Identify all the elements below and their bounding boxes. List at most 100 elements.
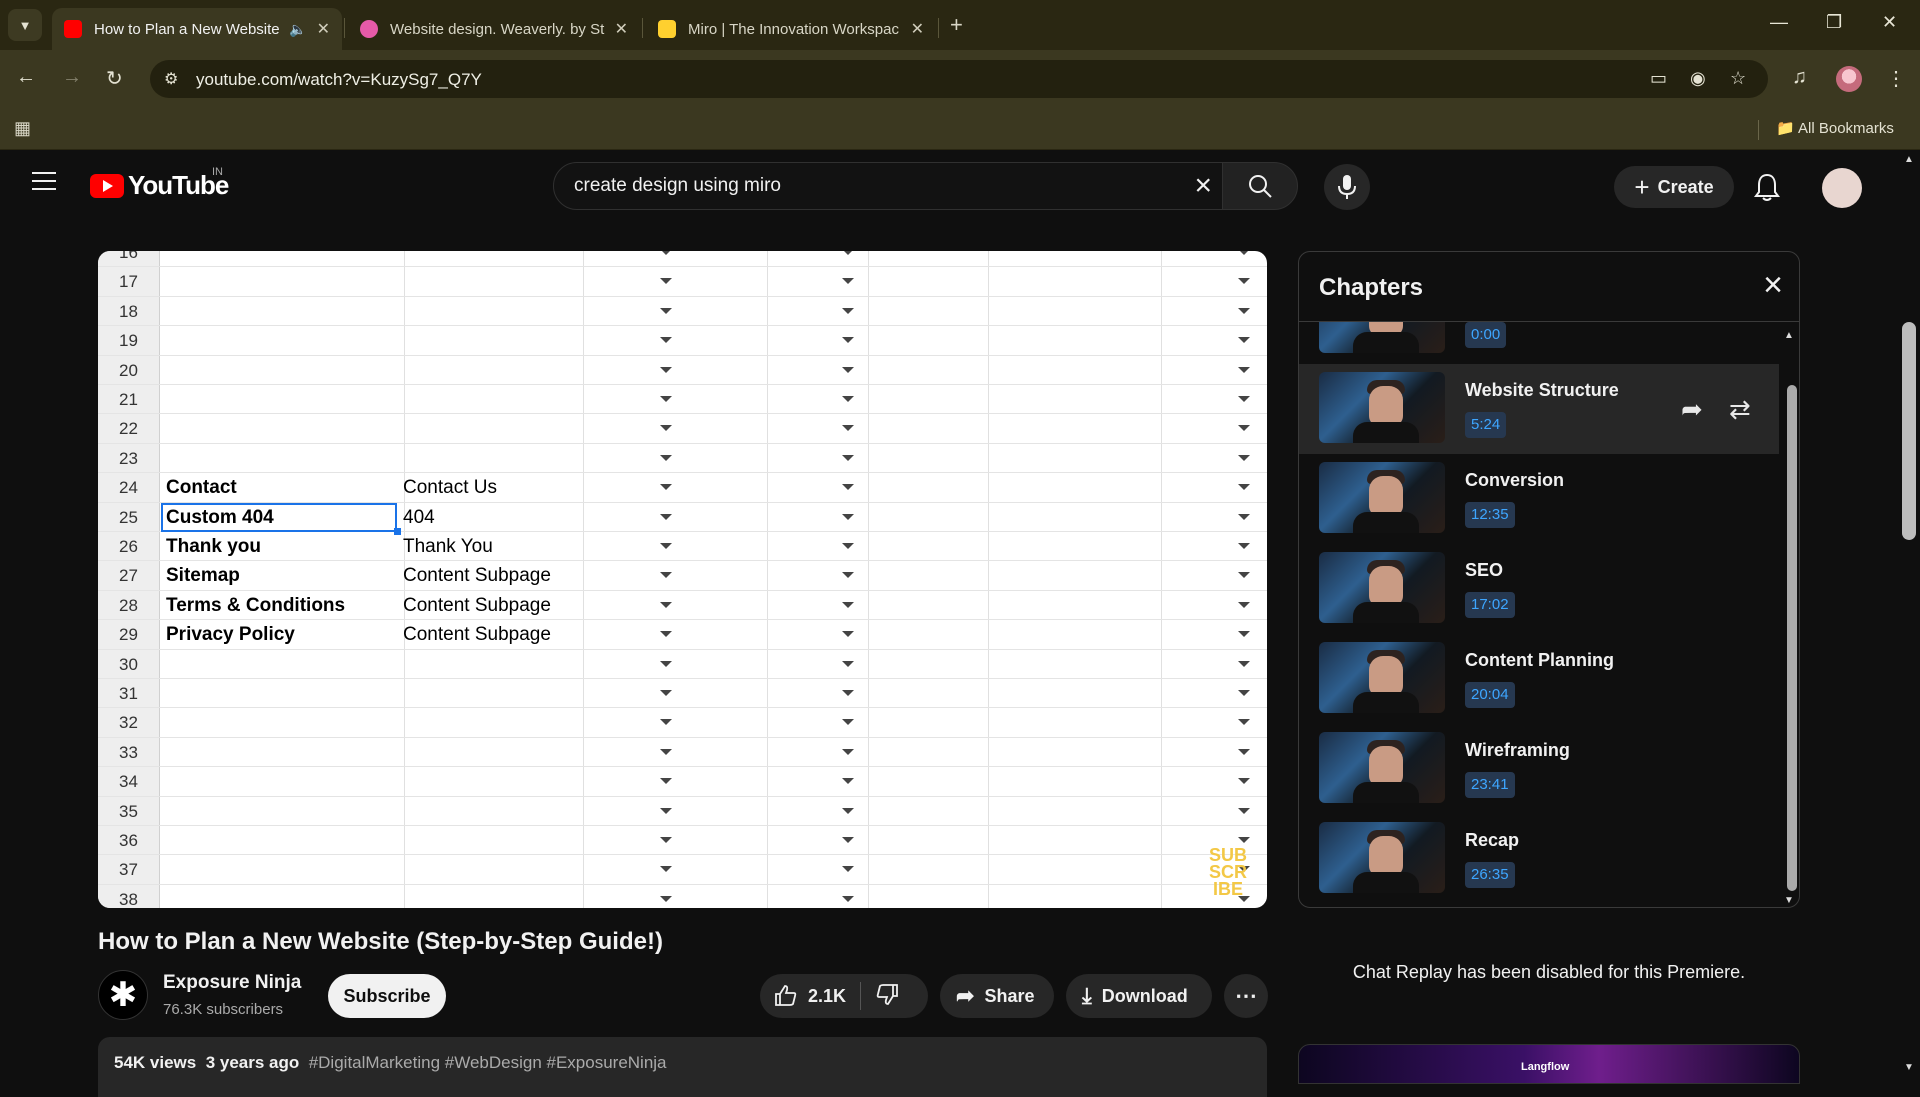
sheet-row: 24 Contact Contact Us xyxy=(98,473,1267,503)
recommended-video-card[interactable]: Langflow xyxy=(1298,1044,1800,1084)
apps-grid-icon[interactable]: ▦ xyxy=(14,118,31,139)
bookmark-star-icon[interactable]: ☆ xyxy=(1730,68,1746,89)
dropdown-arrow-icon xyxy=(1238,307,1250,314)
minimize-icon[interactable]: — xyxy=(1770,12,1788,33)
chapter-item[interactable]: Conversion 12:35 xyxy=(1299,454,1779,544)
close-chapters-icon[interactable]: × xyxy=(1763,268,1783,302)
download-button[interactable]: ⤓ Download xyxy=(1066,974,1212,1018)
address-bar[interactable]: ⚙ youtube.com/watch?v=KuzySg7_Q7Y ▭ ◉ ☆ xyxy=(150,60,1768,98)
page-scrollbar[interactable] xyxy=(1902,322,1916,540)
create-button[interactable]: + Create xyxy=(1614,166,1734,208)
restore-icon[interactable]: ❐ xyxy=(1826,12,1842,33)
cell-page-type: Contact Us xyxy=(403,477,497,499)
dropdown-arrow-icon xyxy=(842,366,854,373)
account-avatar[interactable] xyxy=(1822,168,1862,208)
chapter-item[interactable]: SEO 17:02 xyxy=(1299,544,1779,634)
chapters-panel: Chapters × 0:00 Website Structure 5:24 ➦ ⇄ Co… xyxy=(1298,251,1800,908)
subscribe-button[interactable]: Subscribe xyxy=(328,974,446,1018)
scroll-up-arrow-icon[interactable]: ▲ xyxy=(1784,330,1794,341)
chapter-thumbnail xyxy=(1319,372,1445,443)
row-number: 21 xyxy=(98,385,160,414)
chapter-item[interactable]: Wireframing 23:41 xyxy=(1299,724,1779,814)
video-player[interactable]: 16 17 18 19 20 21 22 23 24 Contact Contact Us 25 Cus… xyxy=(98,251,1267,908)
page-scroll-down-icon[interactable]: ▼ xyxy=(1904,1062,1914,1073)
chapter-thumbnail xyxy=(1319,732,1445,803)
row-number: 29 xyxy=(98,620,160,649)
share-button[interactable]: ➦ Share xyxy=(940,974,1054,1018)
dropdown-arrow-icon xyxy=(842,454,854,461)
sheet-row: 29 Privacy Policy Content Subpage xyxy=(98,620,1267,650)
install-app-icon[interactable]: ▭ xyxy=(1650,68,1667,89)
speaker-icon[interactable]: 🔈 xyxy=(289,21,306,38)
dropdown-arrow-icon xyxy=(1238,251,1250,255)
dropdown-arrow-icon xyxy=(660,572,672,579)
close-window-icon[interactable]: ✕ xyxy=(1882,12,1897,33)
create-label: Create xyxy=(1657,176,1714,197)
chapter-timestamp[interactable]: 26:35 xyxy=(1465,862,1515,888)
tab-miro[interactable]: Miro | The Innovation Workspac ✕ xyxy=(646,8,936,50)
chevron-down-icon: ▼ xyxy=(18,17,32,33)
reload-icon[interactable]: ↻ xyxy=(106,66,123,91)
close-tab-icon[interactable]: ✕ xyxy=(615,19,628,39)
hashtags[interactable]: #DigitalMarketing #WebDesign #ExposureNi… xyxy=(309,1053,667,1072)
media-controls-icon[interactable]: ♫ xyxy=(1792,66,1807,89)
more-actions-button[interactable]: ⋯ xyxy=(1224,974,1268,1018)
chapter-timestamp[interactable]: 23:41 xyxy=(1465,772,1515,798)
thumbnail-body xyxy=(1353,332,1419,353)
chapter-timestamp[interactable]: 5:24 xyxy=(1465,412,1507,438)
menu-hamburger-icon[interactable] xyxy=(32,172,56,196)
channel-avatar[interactable]: ✱ xyxy=(98,970,148,1020)
dropdown-arrow-icon xyxy=(842,543,854,549)
page-scroll-up-icon[interactable]: ▲ xyxy=(1904,154,1914,165)
tab-weaverly[interactable]: Website design. Weaverly. by St ✕ xyxy=(348,8,640,50)
channel-name[interactable]: Exposure Ninja xyxy=(163,972,301,994)
row-number: 23 xyxy=(98,443,160,473)
chapter-timestamp[interactable]: 17:02 xyxy=(1465,592,1515,618)
like-button[interactable]: 2.1K xyxy=(760,984,846,1008)
close-tab-icon[interactable]: ✕ xyxy=(911,19,924,39)
chapter-item[interactable]: 0:00 xyxy=(1299,322,1779,364)
chapters-scrollbar[interactable] xyxy=(1787,385,1797,891)
dropdown-arrow-icon xyxy=(1238,837,1250,843)
share-chapter-icon[interactable]: ➦ xyxy=(1681,394,1703,425)
back-icon[interactable]: ← xyxy=(16,66,36,89)
notifications-bell-icon[interactable] xyxy=(1754,172,1780,207)
sheet-row: 26 Thank you Thank You xyxy=(98,532,1267,562)
forward-icon[interactable]: → xyxy=(62,66,82,89)
chapter-timestamp[interactable]: 0:00 xyxy=(1465,322,1507,348)
site-info-icon[interactable]: ⚙ xyxy=(164,69,178,89)
chapter-item[interactable]: Recap 26:35 xyxy=(1299,814,1779,904)
new-tab-icon[interactable]: + xyxy=(950,12,963,38)
sheet-row: 19 xyxy=(98,326,1267,356)
loop-chapter-icon[interactable]: ⇄ xyxy=(1729,394,1751,425)
like-dislike-group: 2.1K xyxy=(760,974,928,1018)
close-tab-icon[interactable]: ✕ xyxy=(317,19,330,39)
like-divider xyxy=(860,982,862,1010)
scroll-down-arrow-icon[interactable]: ▼ xyxy=(1784,895,1794,906)
menu-dots-icon[interactable]: ⋮ xyxy=(1886,66,1906,91)
row-number: 19 xyxy=(98,326,160,355)
search-input[interactable]: create design using miro × xyxy=(553,162,1223,210)
tab-youtube[interactable]: How to Plan a New Website 🔈 ✕ xyxy=(52,8,342,50)
clear-search-icon[interactable]: × xyxy=(1194,169,1212,203)
eye-off-icon[interactable]: ◉ xyxy=(1690,68,1706,89)
search-query-text: create design using miro xyxy=(574,175,781,196)
profile-icon[interactable] xyxy=(1836,66,1862,92)
sheet-row: 38 xyxy=(98,884,1267,908)
voice-search-button[interactable] xyxy=(1324,164,1370,210)
tab-search-button[interactable]: ▼ xyxy=(8,9,42,41)
dropdown-arrow-icon xyxy=(1238,807,1250,814)
description-box[interactable]: 54K views 3 years ago #DigitalMarketing … xyxy=(98,1037,1267,1097)
chapter-timestamp[interactable]: 12:35 xyxy=(1465,502,1515,528)
youtube-logo[interactable]: YouTube xyxy=(90,170,229,201)
chapter-item[interactable]: Website Structure 5:24 ➦ ⇄ xyxy=(1299,364,1779,454)
subscriber-count: 76.3K subscribers xyxy=(163,1001,284,1018)
cell-page-type: Content Subpage xyxy=(403,624,551,646)
chapter-item[interactable]: Content Planning 20:04 xyxy=(1299,634,1779,724)
all-bookmarks-button[interactable]: 📁 All Bookmarks xyxy=(1776,119,1894,137)
chapter-timestamp[interactable]: 20:04 xyxy=(1465,682,1515,708)
dislike-button[interactable] xyxy=(875,982,899,1011)
search-button[interactable] xyxy=(1222,162,1298,210)
subscribe-watermark[interactable]: SUB SCR IBE xyxy=(1206,846,1250,898)
card-brand-label: Langflow xyxy=(1521,1061,1570,1073)
